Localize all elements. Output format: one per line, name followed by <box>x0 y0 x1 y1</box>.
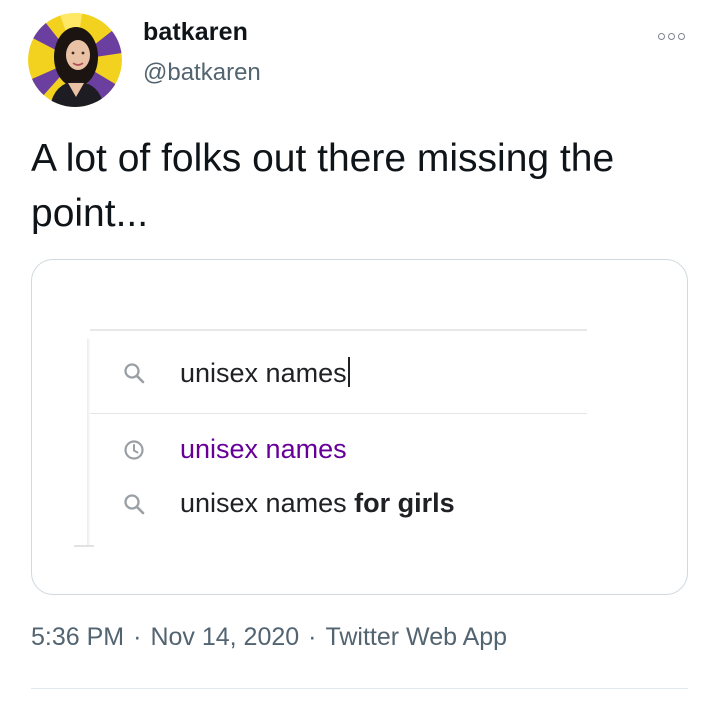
bottom-divider <box>31 688 688 689</box>
search-icon <box>124 363 145 384</box>
more-options-button[interactable] <box>651 26 691 46</box>
more-horizontal-icon-dot <box>677 32 685 40</box>
search-divider <box>90 413 587 414</box>
suggestion-item-bold: for girls <box>354 488 455 518</box>
suggestion-item-prefix: unisex names <box>180 488 355 518</box>
search-icon <box>124 494 145 515</box>
search-input-value: unisex names <box>180 358 347 388</box>
tweet-time: 5:36 PM <box>31 623 125 651</box>
author-display-name[interactable]: batkaren <box>143 18 248 47</box>
separator-dot: · <box>308 623 317 651</box>
search-box-bottom-shadow <box>74 545 94 547</box>
more-horizontal-icon-dot <box>667 32 675 40</box>
avatar-image <box>28 13 122 107</box>
history-clock-icon <box>124 440 144 460</box>
suggestion-item[interactable]: unisex names for girls <box>180 488 455 519</box>
tweet-timestamp-link[interactable]: 5:36 PM · Nov 14, 2020 <box>31 623 299 651</box>
tweet-text: A lot of folks out there missing the poi… <box>31 137 615 235</box>
tweet-meta: 5:36 PM · Nov 14, 2020 · Twitter Web App <box>31 623 507 652</box>
author-handle[interactable]: @batkaren <box>143 59 261 87</box>
tweet-source-link[interactable]: Twitter Web App <box>325 623 507 651</box>
tweet-date: Nov 14, 2020 <box>150 623 300 651</box>
text-caret <box>347 357 350 387</box>
search-box-top-border <box>90 329 587 331</box>
suggestion-history-item[interactable]: unisex names <box>180 434 347 465</box>
search-input[interactable]: unisex names <box>180 357 350 389</box>
tweet-media-image[interactable]: unisex names unisex names unisex names f… <box>31 259 688 595</box>
search-box-left-shadow <box>87 339 90 547</box>
author-avatar[interactable] <box>28 13 122 107</box>
separator-dot: · <box>133 623 142 651</box>
more-horizontal-icon <box>657 32 665 40</box>
